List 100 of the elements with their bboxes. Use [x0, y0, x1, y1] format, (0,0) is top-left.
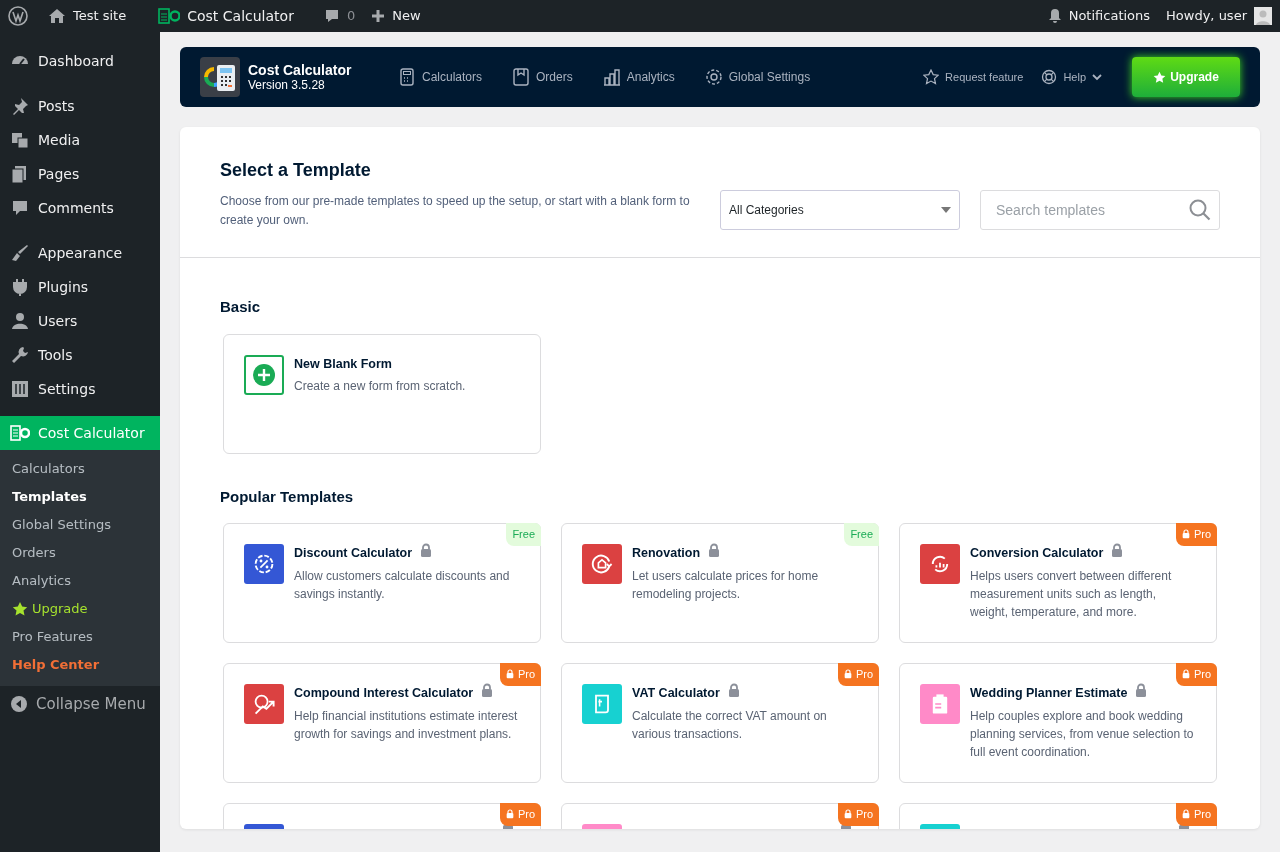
template-title: Renovation [632, 545, 701, 562]
lock-icon [1111, 543, 1124, 559]
nav-link[interactable]: Orders [512, 68, 573, 86]
submenu-item[interactable]: Help Center [0, 651, 160, 679]
lock-icon [1181, 809, 1190, 820]
nav-link[interactable]: Global Settings [704, 68, 811, 86]
left-arrow-circle-icon [10, 695, 28, 713]
bell-icon [1047, 8, 1062, 24]
plan-badge: Pro [499, 663, 541, 686]
submenu-item[interactable]: Templates [0, 483, 160, 511]
menu-item[interactable]: Users [0, 304, 160, 338]
calculator-logo-icon [200, 57, 240, 97]
plugin-link[interactable]: Cost Calculator [187, 5, 294, 27]
page-description: Choose from our pre-made templates to speed up the setup, or start with a blank form to create your own. [220, 193, 691, 229]
caret-down-icon [941, 207, 951, 213]
menu-item[interactable]: Comments [0, 191, 160, 225]
submenu-item[interactable]: Analytics [0, 567, 160, 595]
collapse-menu-button[interactable]: Collapse Menu [0, 686, 160, 722]
template-card[interactable]: Conversion Calculator Helps users convert between different measurement units such as length, weight, temperature, and more. Pro [899, 523, 1217, 643]
menu-item[interactable]: Pages [0, 157, 160, 191]
nav-link[interactable]: Calculators [398, 68, 483, 86]
template-description: Help financial institutions estimate interest growth for savings and investment plans. [294, 707, 519, 743]
lock-icon [1181, 529, 1190, 540]
section-heading: Basic [220, 297, 262, 317]
plus-icon [371, 9, 386, 23]
submenu-item[interactable]: Calculators [0, 455, 160, 483]
nav-link[interactable]: Analytics [602, 68, 675, 86]
calculator-logo-icon [158, 8, 181, 24]
speech-bubble-icon [10, 198, 30, 218]
lock-icon [505, 809, 514, 820]
template-title: VAT Calculator [632, 685, 720, 702]
plan-badge: Pro [1175, 663, 1217, 686]
home-icon [48, 8, 66, 24]
comment-icon [323, 8, 340, 24]
request-feature-link[interactable]: Request feature [923, 68, 1024, 86]
lock-icon [727, 683, 740, 699]
calculator-icon [398, 68, 416, 86]
menu-item[interactable]: Media [0, 123, 160, 157]
plan-badge: Pro [837, 663, 879, 686]
menu-item[interactable]: Appearance [0, 236, 160, 270]
plan-badge: Pro [1175, 523, 1217, 546]
brush-icon [10, 243, 30, 263]
template-description: Helps users convert between different measurement units such as length, weight, temperature, and more. [970, 567, 1173, 621]
avatar-icon [1254, 7, 1272, 25]
category-select[interactable]: All Categories [720, 190, 960, 230]
star-outline-icon [923, 69, 940, 85]
lock-icon [505, 669, 514, 680]
media-icon [10, 130, 30, 150]
notifications-link[interactable]: Notifications [1068, 6, 1151, 26]
template-title: Discount Calculator [294, 545, 413, 562]
search-icon [1189, 199, 1211, 221]
plan-badge: Pro [837, 803, 879, 826]
template-card[interactable]: Compound Interest Calculator Help financial institutions estimate interest growth for savings and investment plans. Pro [223, 663, 541, 783]
new-link[interactable]: New [392, 6, 421, 26]
wordpress-logo-icon[interactable] [8, 6, 28, 26]
account-link[interactable]: Howdy, user [1166, 6, 1247, 26]
comment-count[interactable]: 0 [346, 6, 356, 26]
template-description: Help couples explore and book wedding planning services, from venue selection to full event coordination. [970, 707, 1195, 761]
search-field[interactable]: Search templates [980, 190, 1220, 230]
lock-icon [843, 809, 852, 820]
lock-icon [481, 683, 494, 699]
lock-icon [708, 543, 721, 559]
template-card[interactable]: Wedding Planner Estimate Help couples explore and book wedding planning services, from venue selection to full event coordination. Pro [899, 663, 1217, 783]
menu-item[interactable]: Posts [0, 89, 160, 123]
template-description: Let users calculate prices for home remodeling projects. [632, 567, 820, 603]
menu-item[interactable]: Dashboard [0, 44, 160, 78]
bar-chart-icon [602, 68, 621, 86]
star-icon [12, 601, 28, 617]
plug-icon [10, 277, 30, 297]
lock-icon [1135, 683, 1148, 699]
template-card[interactable]: VAT Calculator Calculate the correct VAT amount on various transactions. Pro [561, 663, 879, 783]
plan-badge: Free [844, 523, 879, 546]
site-link[interactable]: Test site [73, 6, 127, 26]
section-heading: Popular Templates [220, 486, 355, 507]
template-title: Wedding Planner Estimate [970, 685, 1128, 702]
template-card[interactable]: New Blank Form Create a new form from scratch. [223, 333, 541, 454]
lock-icon [1181, 669, 1190, 680]
sliders-icon [10, 379, 30, 399]
version-text: Version 3.5.28 [248, 77, 326, 93]
help-dropdown[interactable]: Help [1041, 68, 1102, 86]
lock-icon [420, 543, 433, 559]
submenu-item[interactable]: Orders [0, 539, 160, 567]
lock-icon [843, 669, 852, 680]
lifebuoy-icon [1041, 69, 1058, 85]
submenu-item[interactable]: Upgrade [0, 595, 160, 623]
submenu-item[interactable]: Pro Features [0, 623, 160, 651]
plugin-name: Cost Calculator [248, 61, 353, 78]
settings-icon [704, 68, 723, 86]
menu-item[interactable]: Plugins [0, 270, 160, 304]
template-title: Compound Interest Calculator [294, 685, 474, 702]
star-icon [1153, 70, 1167, 84]
menu-item[interactable]: Settings [0, 372, 160, 406]
person-icon [10, 311, 30, 331]
wrench-icon [10, 345, 30, 365]
document-icon [512, 68, 531, 86]
menu-item[interactable]: Tools [0, 338, 160, 372]
submenu-item[interactable]: Global Settings [0, 511, 160, 539]
plan-badge: Pro [1175, 803, 1217, 826]
template-card[interactable]: Renovation Let users calculate prices for home remodeling projects. Free [561, 523, 879, 643]
template-card[interactable]: Discount Calculator Allow customers calculate discounts and savings instantly. Free [223, 523, 541, 643]
